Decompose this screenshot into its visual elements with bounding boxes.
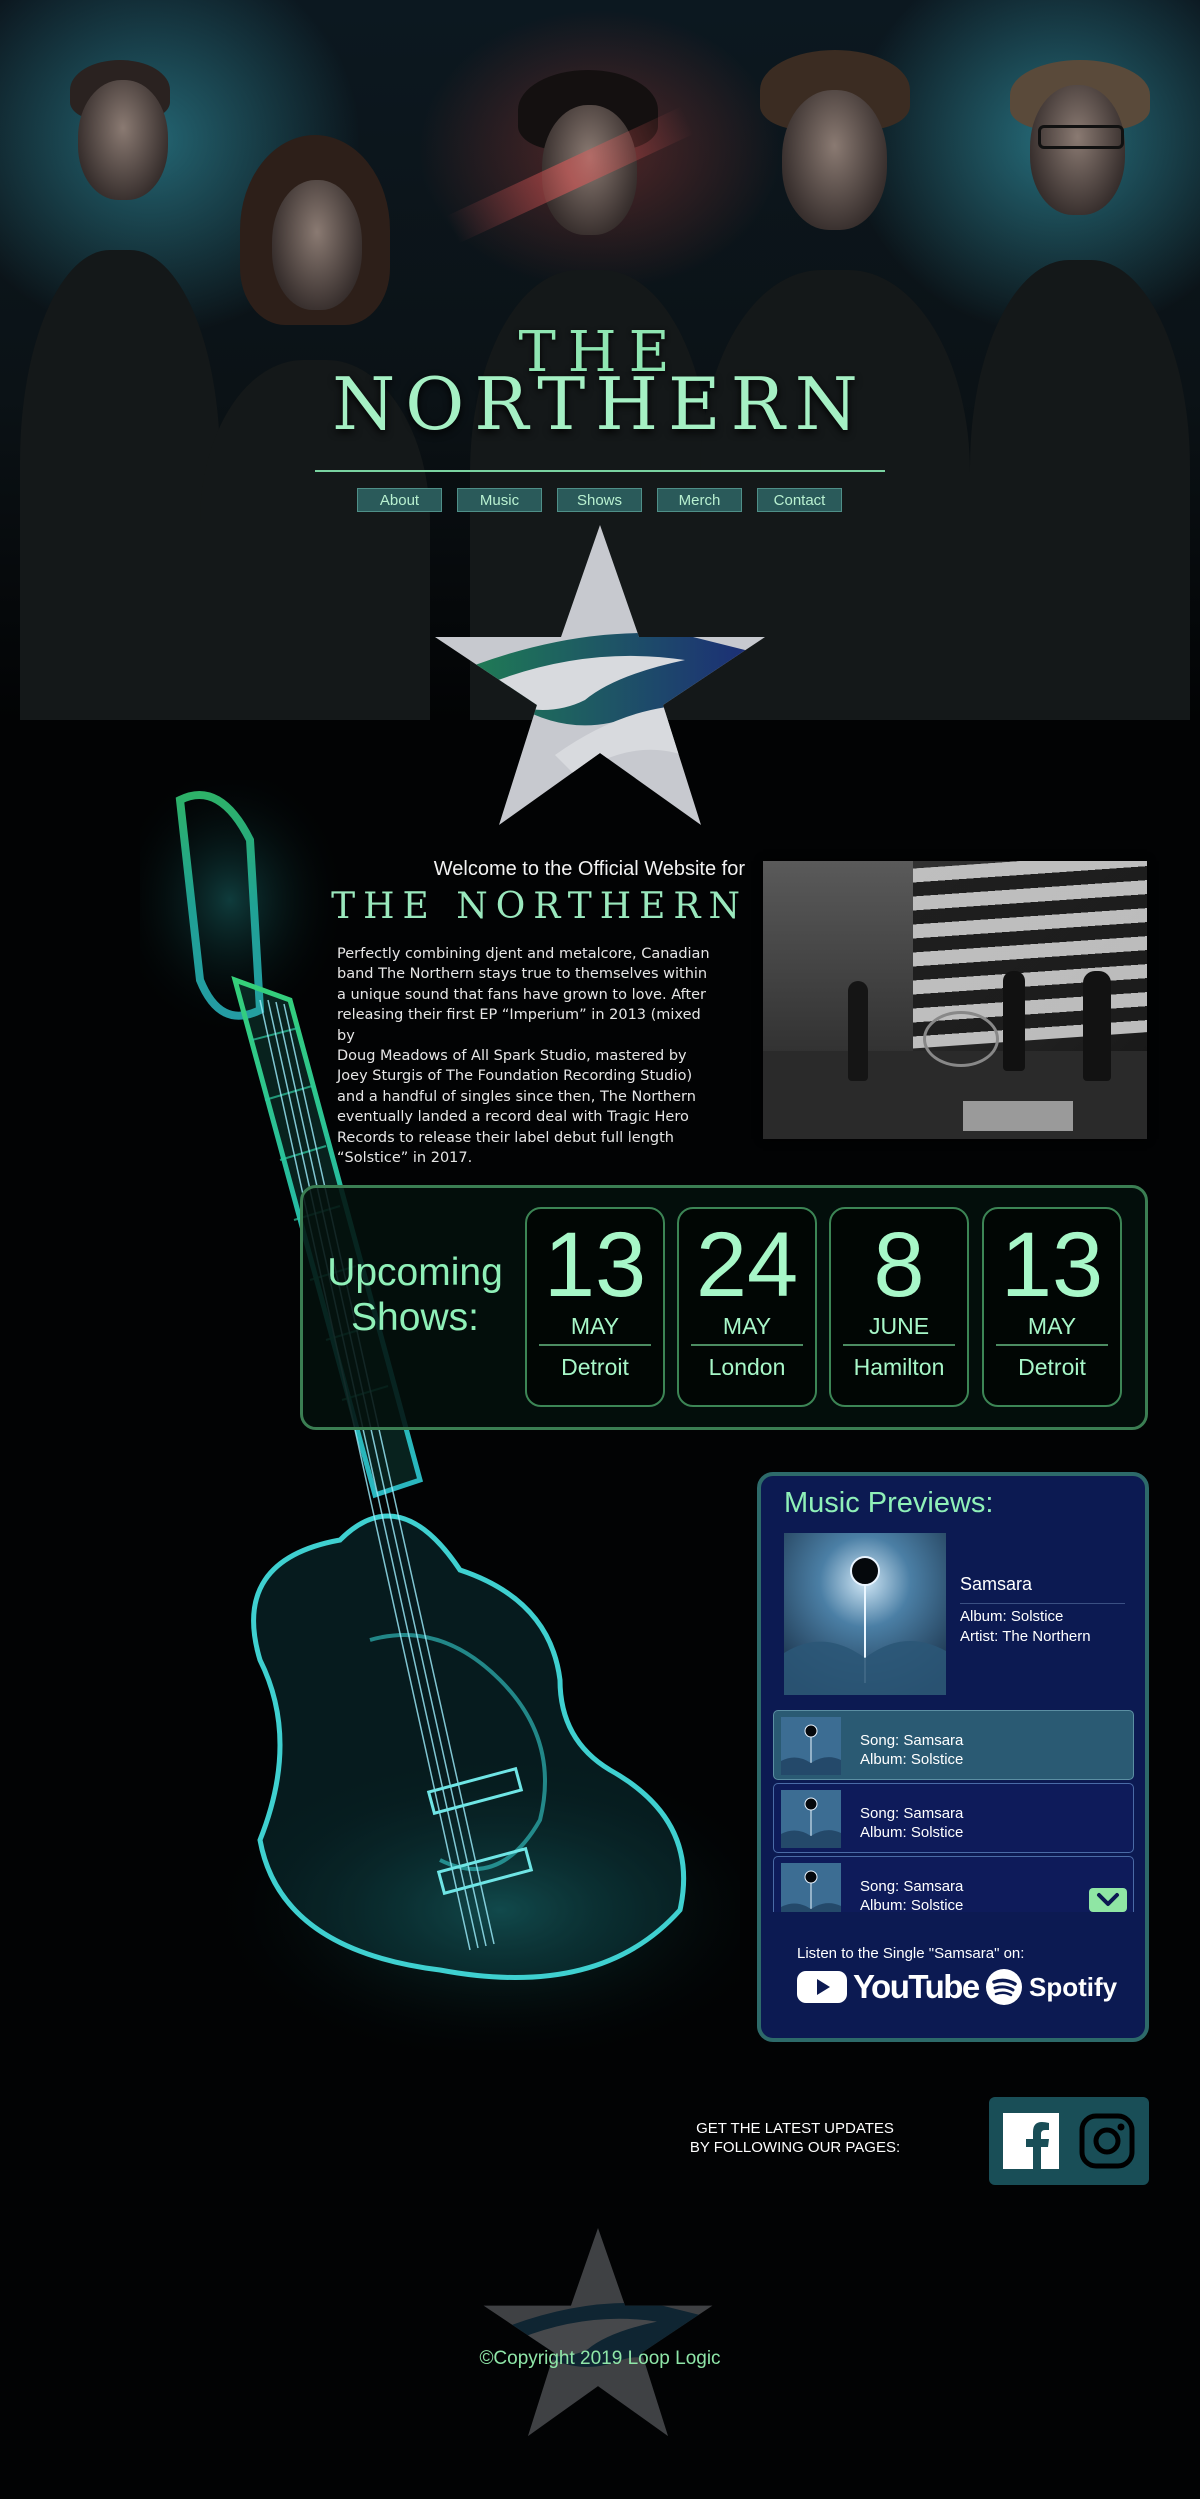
spotify-icon (986, 1969, 1022, 2005)
track-album: Album: Solstice (860, 1751, 964, 1768)
youtube-icon (797, 1971, 847, 2003)
copyright: ©Copyright 2019 Loop Logic (479, 2348, 721, 2369)
featured-song-title: Samsara (960, 1574, 1033, 1594)
show-city: Detroit (1018, 1354, 1086, 1380)
bio-line: a unique sound that fans have grown to l… (337, 986, 707, 1003)
show-card[interactable]: 13 MAY Detroit (982, 1207, 1122, 1407)
follow-text: BY FOLLOWING OUR PAGES: (689, 2139, 901, 2156)
show-day: 13 (1000, 1214, 1104, 1316)
welcome-band-name: THE NORTHERN (331, 886, 748, 927)
track-item[interactable]: Song: Samsara Album: Solstice (773, 1856, 1134, 1912)
track-item[interactable]: Song: Samsara Album: Solstice (773, 1783, 1134, 1853)
bio-line: Perfectly combining djent and metalcore,… (337, 946, 710, 962)
shows-title-line: Upcoming (327, 1251, 503, 1294)
bio-line: Joey Sturgis of The Foundation Recording… (337, 1068, 693, 1085)
track-song: Song: Samsara (860, 1732, 964, 1749)
featured-divider (960, 1603, 1125, 1604)
track-list[interactable]: Song: Samsara Album: Solstice Song: Sams… (773, 1710, 1134, 1912)
featured-artist: Artist: The Northern (960, 1628, 1091, 1645)
upcoming-shows-title: Upcoming Shows: (320, 1250, 510, 1340)
track-album: Album: Solstice (860, 1824, 964, 1841)
show-card[interactable]: 8 JUNE Hamilton (829, 1207, 969, 1407)
show-day: 13 (543, 1214, 647, 1316)
instagram-icon[interactable] (1079, 2113, 1135, 2169)
bio-line: and a handful of singles since then, The… (337, 1088, 696, 1105)
chevron-down-icon (1097, 1893, 1119, 1906)
logo-divider (315, 470, 885, 472)
show-month: JUNE (843, 1313, 955, 1346)
track-cover (781, 1790, 841, 1848)
track-cover (781, 1717, 841, 1775)
nav-music[interactable]: Music (457, 488, 542, 512)
spotify-label: Spotify (1029, 1971, 1118, 2002)
album-cover[interactable] (784, 1533, 946, 1695)
footer-star-logo-icon (483, 2228, 713, 2437)
main-nav: About Music Shows Merch Contact (357, 488, 842, 512)
youtube-link[interactable]: YouTube (797, 1968, 980, 2006)
track-cover (781, 1863, 841, 1912)
show-month: MAY (691, 1313, 803, 1346)
show-month: MAY (539, 1313, 651, 1346)
show-card[interactable]: 24 MAY London (677, 1207, 817, 1407)
band-bio: Perfectly combining djent and metalcore,… (337, 944, 717, 1168)
nav-about[interactable]: About (357, 488, 442, 512)
show-city: Hamilton (853, 1354, 945, 1380)
track-album: Album: Solstice (860, 1897, 964, 1912)
show-city: Detroit (561, 1354, 629, 1380)
track-song: Song: Samsara (860, 1805, 964, 1822)
music-previews-title: Music Previews: (784, 1487, 994, 1519)
listen-on-text: Listen to the Single "Samsara" on: (797, 1945, 1025, 1962)
show-city: London (708, 1354, 786, 1380)
facebook-icon[interactable] (1003, 2113, 1059, 2169)
track-item[interactable]: Song: Samsara Album: Solstice (773, 1710, 1134, 1780)
spotify-link[interactable]: Spotify (985, 1968, 1117, 2006)
bio-line: Doug Meadows of All Spark Studio, master… (337, 1048, 687, 1065)
nav-merch[interactable]: Merch (657, 488, 742, 512)
show-month: MAY (996, 1313, 1108, 1346)
shows-title-line: Shows: (351, 1296, 479, 1339)
featured-album: Album: Solstice (960, 1608, 1064, 1625)
bio-line: “Solstice” in 2017. (337, 1150, 473, 1167)
live-performance-photo (763, 861, 1147, 1139)
show-day: 8 (873, 1214, 925, 1316)
welcome-intro: Welcome to the Official Website for (433, 858, 745, 880)
track-song: Song: Samsara (860, 1878, 964, 1895)
bio-line: Records to release their label debut ful… (337, 1129, 674, 1146)
follow-text: GET THE LATEST UPDATES (696, 2120, 894, 2137)
bio-line: eventually landed a record deal with Tra… (337, 1109, 689, 1126)
bio-line: releasing their first EP “Imperium” in 2… (337, 1007, 701, 1044)
youtube-label: YouTube (853, 1968, 980, 2005)
show-day: 24 (695, 1214, 799, 1316)
scroll-down-button[interactable] (1089, 1888, 1127, 1912)
show-card[interactable]: 13 MAY Detroit (525, 1207, 665, 1407)
bio-line: band The Northern stays true to themselv… (337, 966, 708, 983)
social-links (989, 2097, 1149, 2185)
nav-contact[interactable]: Contact (757, 488, 842, 512)
nav-shows[interactable]: Shows (557, 488, 642, 512)
logo-band-name: NORTHERN (332, 362, 868, 446)
